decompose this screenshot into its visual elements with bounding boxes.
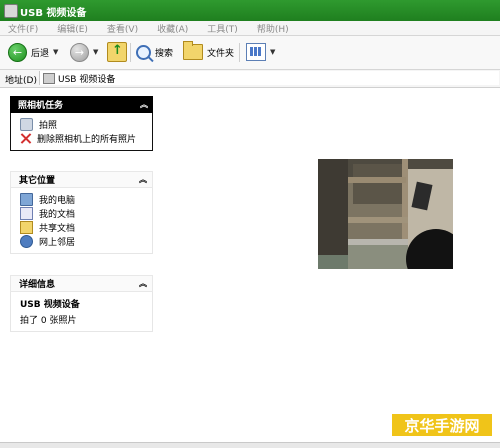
menu-file[interactable]: 文件(F) <box>8 22 38 35</box>
documents-icon <box>20 206 33 220</box>
address-bar: 地址(D) USB 视频设备 <box>0 70 500 88</box>
computer-icon <box>20 192 33 206</box>
other-places-header[interactable]: 其它位置 ︽ <box>10 171 153 188</box>
other-places-title: 其它位置 <box>19 176 56 186</box>
menu-help[interactable]: 帮助(H) <box>257 22 289 35</box>
forward-button[interactable]: → ▼ <box>70 42 98 62</box>
title-bar: USB 视频设备 <box>0 0 500 22</box>
camera-icon <box>4 4 18 18</box>
details-header[interactable]: 详细信息 ︽ <box>10 275 153 292</box>
chevron-down-icon[interactable]: ▼ <box>270 48 275 56</box>
delete-icon <box>20 133 31 144</box>
main-area: 照相机任务 ︽ 拍照 删除照相机上的所有照片 其它位置 ︽ 我的电脑 我的文档 … <box>0 88 500 442</box>
network-icon <box>20 234 33 248</box>
other-places-body: 我的电脑 我的文档 共享文档 网上邻居 <box>10 188 153 254</box>
place-label: 网上邻居 <box>39 237 76 248</box>
folder-icon <box>183 41 203 60</box>
place-my-computer[interactable]: 我的电脑 <box>20 192 146 206</box>
device-name: USB 视频设备 <box>20 300 80 310</box>
window-title: USB 视频设备 <box>20 8 87 19</box>
place-label: 共享文档 <box>39 223 76 234</box>
status-bar <box>0 442 500 448</box>
menu-favorites[interactable]: 收藏(A) <box>157 22 188 35</box>
forward-arrow-icon: → <box>70 42 89 62</box>
views-button[interactable]: ▼ <box>246 42 275 62</box>
photo-count: 拍了 0 张照片 <box>20 316 77 326</box>
search-button[interactable]: 搜索 <box>136 42 173 62</box>
camera-tasks-panel: 照相机任务 ︽ 拍照 删除照相机上的所有照片 <box>10 96 153 151</box>
place-network[interactable]: 网上邻居 <box>20 234 146 248</box>
views-icon <box>246 43 266 61</box>
place-label: 我的电脑 <box>39 195 76 206</box>
up-folder-button[interactable] <box>107 42 127 62</box>
task-label: 删除照相机上的所有照片 <box>37 134 137 145</box>
menu-tools[interactable]: 工具(T) <box>207 22 238 35</box>
details-title: 详细信息 <box>19 280 56 290</box>
watermark-logo: 京华手游网 <box>390 412 494 438</box>
camera-icon <box>20 117 33 131</box>
camera-icon <box>43 72 55 84</box>
collapse-icon[interactable]: ︽ <box>140 99 148 110</box>
toolbar: ← 后退 ▼ → ▼ 搜索 文件夹 ▼ <box>0 36 500 70</box>
place-my-documents[interactable]: 我的文档 <box>20 206 146 220</box>
menu-edit[interactable]: 编辑(E) <box>57 22 88 35</box>
place-label: 我的文档 <box>39 209 76 220</box>
camera-tasks-header[interactable]: 照相机任务 ︽ <box>10 96 153 113</box>
shared-folder-icon <box>20 220 33 234</box>
camera-preview-image <box>318 159 453 269</box>
address-field[interactable]: USB 视频设备 <box>39 71 499 85</box>
place-shared-documents[interactable]: 共享文档 <box>20 220 146 234</box>
toolbar-divider <box>130 43 131 62</box>
menu-bar: 文件(F) 编辑(E) 查看(V) 收藏(A) 工具(T) 帮助(H) <box>0 21 500 36</box>
task-delete-all-photos[interactable]: 删除照相机上的所有照片 <box>20 131 146 145</box>
back-button[interactable]: ← 后退 ▼ <box>8 42 58 62</box>
toolbar-divider <box>239 43 240 62</box>
chevron-down-icon[interactable]: ▼ <box>93 48 98 56</box>
details-panel: 详细信息 ︽ USB 视频设备 拍了 0 张照片 <box>10 275 153 332</box>
back-arrow-icon: ← <box>8 42 27 62</box>
address-value: USB 视频设备 <box>58 74 116 85</box>
collapse-icon[interactable]: ︽ <box>139 174 147 185</box>
chevron-down-icon[interactable]: ▼ <box>53 48 58 56</box>
camera-tasks-body: 拍照 删除照相机上的所有照片 <box>10 113 153 151</box>
folders-label: 文件夹 <box>207 48 235 59</box>
details-body: USB 视频设备 拍了 0 张照片 <box>10 292 153 332</box>
task-take-photo[interactable]: 拍照 <box>20 117 146 131</box>
address-label: 地址(D) <box>5 76 37 86</box>
folders-button[interactable]: 文件夹 <box>183 41 235 62</box>
other-places-panel: 其它位置 ︽ 我的电脑 我的文档 共享文档 网上邻居 <box>10 171 153 254</box>
camera-tasks-title: 照相机任务 <box>18 101 64 111</box>
task-label: 拍照 <box>39 120 58 131</box>
search-icon <box>136 44 151 60</box>
menu-view[interactable]: 查看(V) <box>107 22 138 35</box>
collapse-icon[interactable]: ︽ <box>139 278 147 289</box>
back-label: 后退 <box>31 48 50 59</box>
search-label: 搜索 <box>155 48 174 59</box>
up-folder-icon <box>107 42 127 62</box>
